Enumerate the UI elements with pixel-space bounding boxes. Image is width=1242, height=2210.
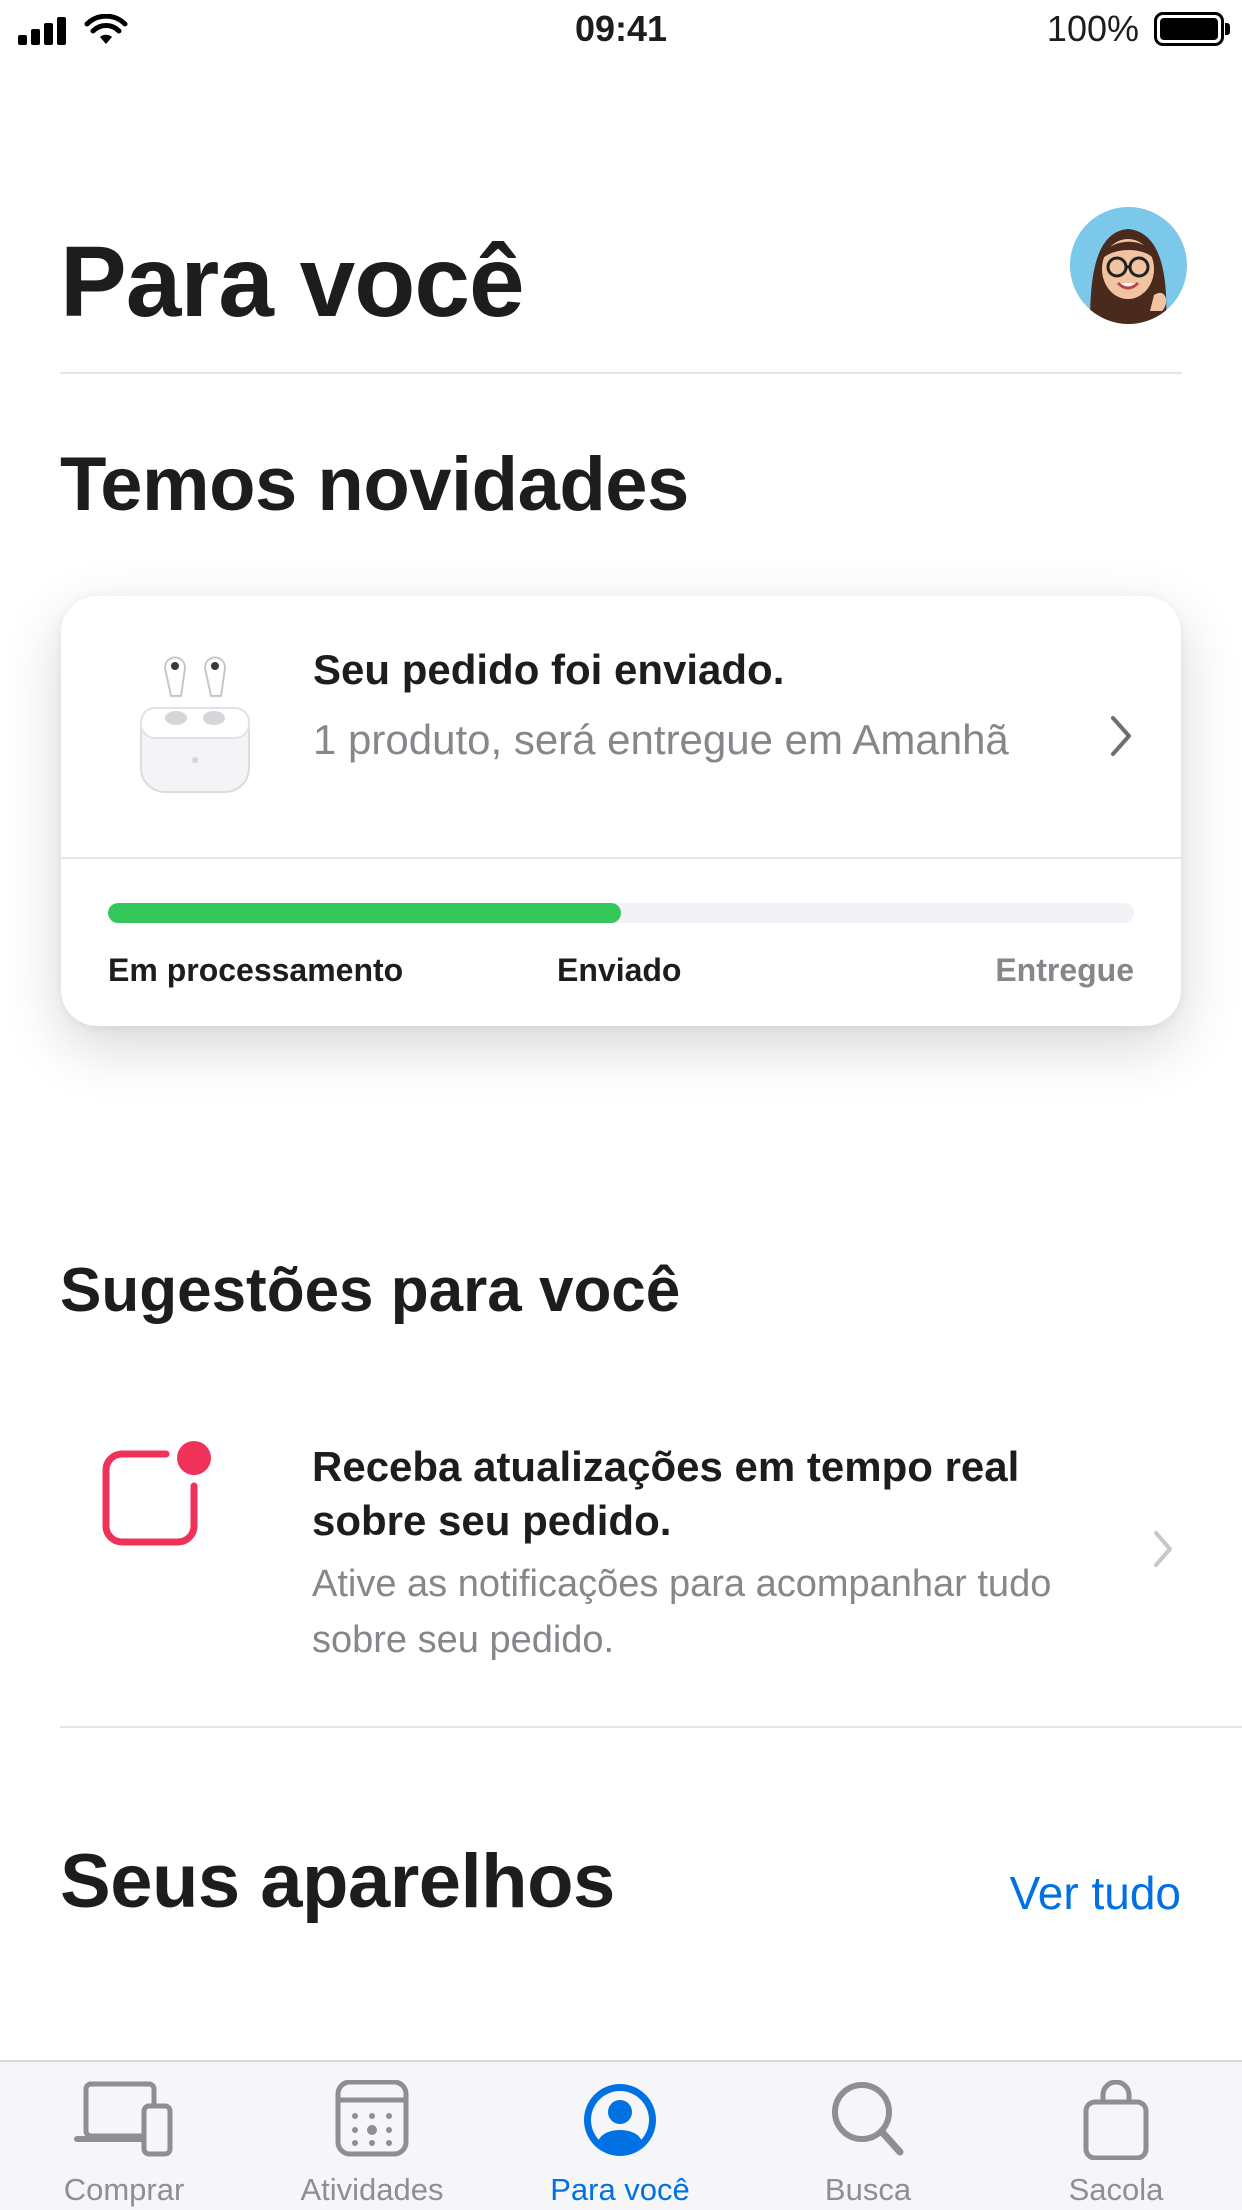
order-progress-bar [108, 903, 1134, 923]
order-progress-fill [108, 903, 621, 923]
stage-delivered: Entregue [995, 952, 1134, 988]
devices-section-title: Seus aparelhos [60, 1839, 615, 1924]
battery-icon [1154, 12, 1230, 46]
calendar-icon [335, 2080, 409, 2157]
airpods-product-image [140, 656, 250, 793]
stage-shipped: Enviado [557, 952, 682, 988]
tab-label: Sacola [1068, 2172, 1164, 2207]
tab-bar: Comprar Atividades Para você Busca Sacol… [0, 2060, 1242, 2210]
news-section-title: Temos novidades [60, 442, 689, 527]
tab-label: Busca [824, 2172, 912, 2207]
card-divider [61, 857, 1181, 859]
tab-para-voce[interactable]: Para você [496, 2062, 744, 2210]
tab-label: Para você [550, 2172, 690, 2207]
tab-sacola[interactable]: Sacola [992, 2062, 1240, 2210]
suggestion-description: Ative as notificações para acompanhar tu… [312, 1563, 1052, 1661]
status-bar: 09:41 100% [0, 0, 1242, 60]
person-circle-icon [584, 2084, 656, 2156]
tab-busca[interactable]: Busca [744, 2062, 992, 2210]
memoji-avatar-icon [1070, 207, 1186, 324]
tab-label: Comprar [63, 2172, 185, 2207]
page-title: Para você [60, 226, 525, 338]
tab-label: Atividades [300, 2172, 444, 2207]
tab-comprar[interactable]: Comprar [0, 2062, 248, 2210]
order-status-card[interactable]: Seu pedido foi enviado. 1 produto, será … [61, 596, 1181, 1026]
header-divider [60, 372, 1182, 374]
suggestions-section-title: Sugestões para você [60, 1256, 681, 1325]
chevron-right-icon [1111, 716, 1131, 756]
suggestions-divider [60, 1726, 1242, 1728]
stage-processing: Em processamento [108, 952, 404, 988]
tab-atividades[interactable]: Atividades [248, 2062, 496, 2210]
bag-icon [1083, 2080, 1149, 2160]
suggestion-title: Receba atualizações em tempo real sobre … [312, 1443, 1020, 1544]
avatar[interactable] [1070, 207, 1187, 324]
search-icon [832, 2082, 904, 2156]
battery-percentage: 100% [1046, 8, 1139, 49]
devices-icon [74, 2081, 173, 2157]
order-title: Seu pedido foi enviado. [313, 646, 785, 693]
chevron-right-icon [1154, 1531, 1172, 1567]
notification-badge-icon [102, 1441, 211, 1546]
order-subtitle: 1 produto, será entregue em Amanhã [313, 716, 1009, 763]
see-all-link[interactable]: Ver tudo [1010, 1866, 1181, 1920]
